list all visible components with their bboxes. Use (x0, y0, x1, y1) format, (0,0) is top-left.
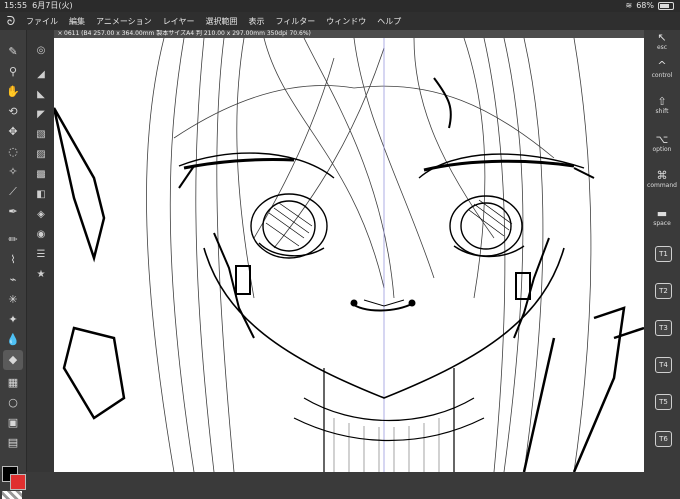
battery-icon (658, 2, 674, 10)
status-date: 6月7日(火) (32, 1, 73, 10)
frame-icon[interactable]: ▣ (3, 413, 23, 433)
space-label: space (653, 220, 671, 227)
tool-palette: ✎ ⚲ ✋ ⟲ ✥ ◌ ✧ ⟋ ✒ ✏ ⌇ ⌁ ✳ ✦ 💧 ◆ ▦ ○ ▣ ▤ (0, 30, 27, 499)
menu-bar: ᘐ ファイル 編集 アニメーション レイヤー 選択範囲 表示 フィルター ウィン… (0, 12, 680, 30)
shortcut-t2-button[interactable]: T2 (655, 283, 672, 299)
shift-button[interactable]: ⇧ shift (644, 96, 680, 116)
sparkle-icon[interactable]: ✦ (3, 310, 23, 330)
command-button[interactable]: ⌘ command (644, 170, 680, 190)
text-icon[interactable]: ▤ (3, 433, 23, 453)
command-label: command (647, 182, 677, 189)
pencil-icon[interactable]: ✏ (3, 230, 23, 250)
eraser-soft-icon[interactable]: ◣ (32, 86, 50, 104)
zoom-icon[interactable]: ⚲ (3, 62, 23, 82)
control-icon: ^ (657, 59, 667, 72)
drop-icon[interactable]: ◈ (32, 206, 50, 224)
shift-label: shift (655, 108, 669, 115)
shortcut-t1-button[interactable]: T1 (655, 246, 672, 262)
option-icon: ⌥ (655, 133, 669, 146)
eraser-vector-icon[interactable]: ▧ (32, 126, 50, 144)
status-time: 15:55 (4, 1, 28, 10)
menu-filter[interactable]: フィルター (275, 16, 315, 27)
battery-percent: 68% (636, 1, 654, 10)
move-icon[interactable]: ✥ (3, 122, 23, 142)
menu-view[interactable]: 表示 (248, 16, 264, 27)
eraser-snap-icon[interactable]: ▩ (32, 166, 50, 184)
menu-help[interactable]: ヘルプ (377, 16, 401, 27)
rotate-icon[interactable]: ⟲ (3, 102, 23, 122)
brush-icon[interactable]: ⌇ (3, 250, 23, 270)
menu-layer[interactable]: レイヤー (163, 16, 195, 27)
wifi-icon: ≋ (625, 1, 633, 10)
menu-animation[interactable]: アニメーション (96, 16, 152, 27)
transparent-color-swatch[interactable] (2, 491, 22, 499)
modifier-key-panel: ↖ esc ^ control ⇧ shift ⌥ option ⌘ comma… (644, 30, 680, 472)
subtool-icon[interactable]: ◎ (32, 42, 50, 60)
sub-color-swatch[interactable] (10, 474, 26, 490)
esc-icon: ↖ (657, 31, 667, 44)
pen-tool-icon[interactable]: ✒ (3, 202, 23, 222)
shortcut-t6-button[interactable]: T6 (655, 431, 672, 447)
eraser-icon[interactable]: ◆ (3, 350, 23, 370)
decoration-icon[interactable]: ✳ (3, 290, 23, 310)
close-icon[interactable]: × (56, 30, 64, 38)
shift-icon: ⇧ (657, 95, 667, 108)
menu-file[interactable]: ファイル (26, 16, 58, 27)
document-title: 0611 (B4 257.00 x 364.00mm 製本サイズA4 判 210… (64, 30, 311, 37)
menu-selection[interactable]: 選択範囲 (205, 16, 237, 27)
gradient-icon[interactable]: ▦ (3, 373, 23, 393)
favorite-icon[interactable]: ★ (32, 266, 50, 284)
shortcut-t3-button[interactable]: T3 (655, 320, 672, 336)
layers-stack-icon[interactable]: ☰ (32, 246, 50, 264)
space-icon: ▬ (656, 207, 668, 220)
shortcut-t4-button[interactable]: T4 (655, 357, 672, 373)
control-label: control (651, 72, 673, 79)
eraser-hard-icon[interactable]: ◢ (32, 66, 50, 84)
figure-icon[interactable]: ○ (3, 393, 23, 413)
drawing-canvas[interactable] (54, 38, 644, 472)
airbrush-icon[interactable]: ⌁ (3, 270, 23, 290)
option-label: option (652, 146, 672, 153)
line-art-illustration (54, 38, 644, 472)
shortcut-t5-button[interactable]: T5 (655, 394, 672, 410)
eyedropper-icon[interactable]: ⟋ (3, 182, 23, 202)
status-bar: 15:55 6月7日(火) ≋ 68% (0, 0, 680, 12)
space-button[interactable]: ▬ space (644, 208, 680, 228)
menu-window[interactable]: ウィンドウ (326, 16, 366, 27)
magic-wand-icon[interactable]: ✧ (3, 162, 23, 182)
document-tab[interactable]: ×0611 (B4 257.00 x 364.00mm 製本サイズA4 判 21… (54, 30, 644, 38)
drop-alt-icon[interactable]: ◉ (32, 226, 50, 244)
eraser-kneaded-icon[interactable]: ▨ (32, 146, 50, 164)
lasso-icon[interactable]: ◌ (3, 142, 23, 162)
app-logo-icon[interactable]: ᘐ (4, 14, 18, 28)
control-button[interactable]: ^ control (644, 60, 680, 80)
pen-icon[interactable]: ✎ (3, 42, 23, 62)
esc-label: esc (656, 44, 668, 51)
sub-tool-palette: ◎ ◢ ◣ ◤ ▧ ▨ ▩ ◧ ◈ ◉ ☰ ★ (27, 30, 54, 472)
blend-icon[interactable]: 💧 (3, 330, 23, 350)
menu-edit[interactable]: 編集 (69, 16, 85, 27)
command-icon: ⌘ (656, 169, 668, 182)
hand-icon[interactable]: ✋ (3, 82, 23, 102)
esc-button[interactable]: ↖ esc (644, 32, 680, 52)
eraser-rough-icon[interactable]: ◤ (32, 106, 50, 124)
option-button[interactable]: ⌥ option (644, 134, 680, 154)
eraser-layers-icon[interactable]: ◧ (32, 186, 50, 204)
